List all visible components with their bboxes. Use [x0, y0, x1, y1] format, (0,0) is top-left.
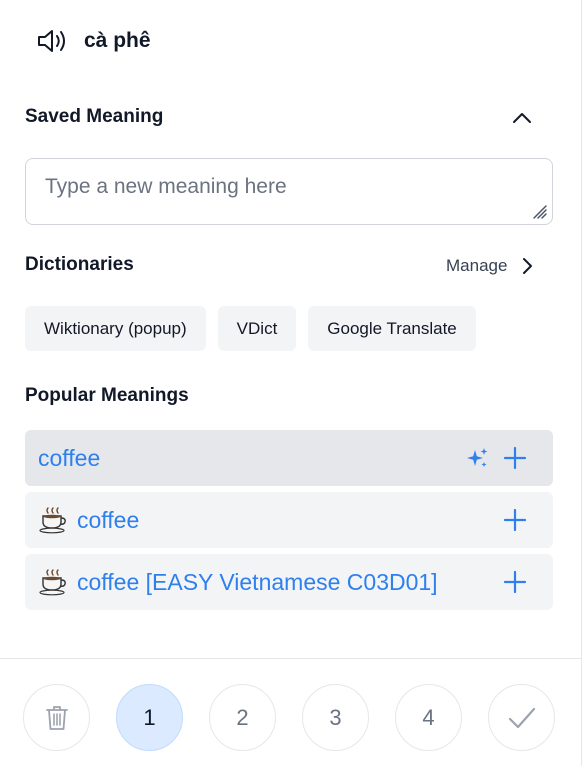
resize-handle-icon[interactable]	[528, 200, 548, 220]
level-button-2[interactable]: 2	[209, 684, 276, 751]
manage-dictionaries-link[interactable]: Manage	[446, 254, 535, 278]
level-button-1[interactable]: 1	[116, 684, 183, 751]
item-actions	[501, 554, 529, 610]
meaning-text: coffee	[38, 444, 101, 471]
item-actions	[463, 430, 529, 486]
add-meaning-button[interactable]	[501, 568, 529, 596]
sparkle-icon[interactable]	[463, 444, 491, 472]
chevron-up-icon	[513, 113, 531, 123]
collapse-toggle-button[interactable]	[508, 104, 536, 132]
list-item[interactable]: coffee [EASY Vietnamese C03D01]	[25, 554, 553, 610]
saved-meaning-title: Saved Meaning	[25, 106, 164, 127]
word-title: cà phê	[84, 29, 151, 52]
footer-toolbar: 1 2 3 4	[23, 684, 555, 751]
add-meaning-button[interactable]	[501, 506, 529, 534]
plus-icon	[503, 508, 527, 532]
level-button-4[interactable]: 4	[395, 684, 462, 751]
meaning-input-box	[25, 158, 553, 225]
confirm-button[interactable]	[488, 684, 555, 751]
trash-icon	[45, 705, 68, 730]
coffee-cup-icon	[38, 505, 68, 535]
list-item[interactable]: coffee	[25, 430, 553, 486]
meaning-text: coffee [EASY Vietnamese C03D01]	[77, 568, 438, 595]
word-panel: cà phê Saved Meaning Dictionaries Manage…	[0, 0, 582, 766]
dictionary-chip-wiktionary[interactable]: Wiktionary (popup)	[25, 306, 206, 351]
coffee-cup-icon	[38, 567, 68, 597]
chevron-right-icon	[521, 256, 535, 276]
word-header: cà phê	[36, 24, 151, 58]
meaning-text: coffee	[77, 506, 140, 533]
delete-button[interactable]	[23, 684, 90, 751]
level-button-3[interactable]: 3	[302, 684, 369, 751]
check-icon	[508, 707, 535, 728]
footer-divider	[0, 658, 582, 659]
dictionary-list: Wiktionary (popup) VDict Google Translat…	[25, 306, 476, 351]
dictionary-chip-vdict[interactable]: VDict	[217, 306, 297, 351]
manage-label: Manage	[446, 256, 508, 275]
plus-icon	[503, 446, 527, 470]
item-actions	[501, 492, 529, 548]
dictionaries-title: Dictionaries	[25, 254, 134, 275]
dictionary-chip-google-translate[interactable]: Google Translate	[308, 306, 476, 351]
add-meaning-button[interactable]	[501, 444, 529, 472]
new-meaning-input[interactable]	[26, 159, 552, 224]
popular-meanings-title: Popular Meanings	[25, 385, 189, 406]
list-item[interactable]: coffee	[25, 492, 553, 548]
popular-meanings-list: coffee coffee coffee [EASY Vietnamese C0…	[25, 430, 553, 616]
speaker-icon[interactable]	[36, 24, 72, 58]
plus-icon	[503, 570, 527, 594]
